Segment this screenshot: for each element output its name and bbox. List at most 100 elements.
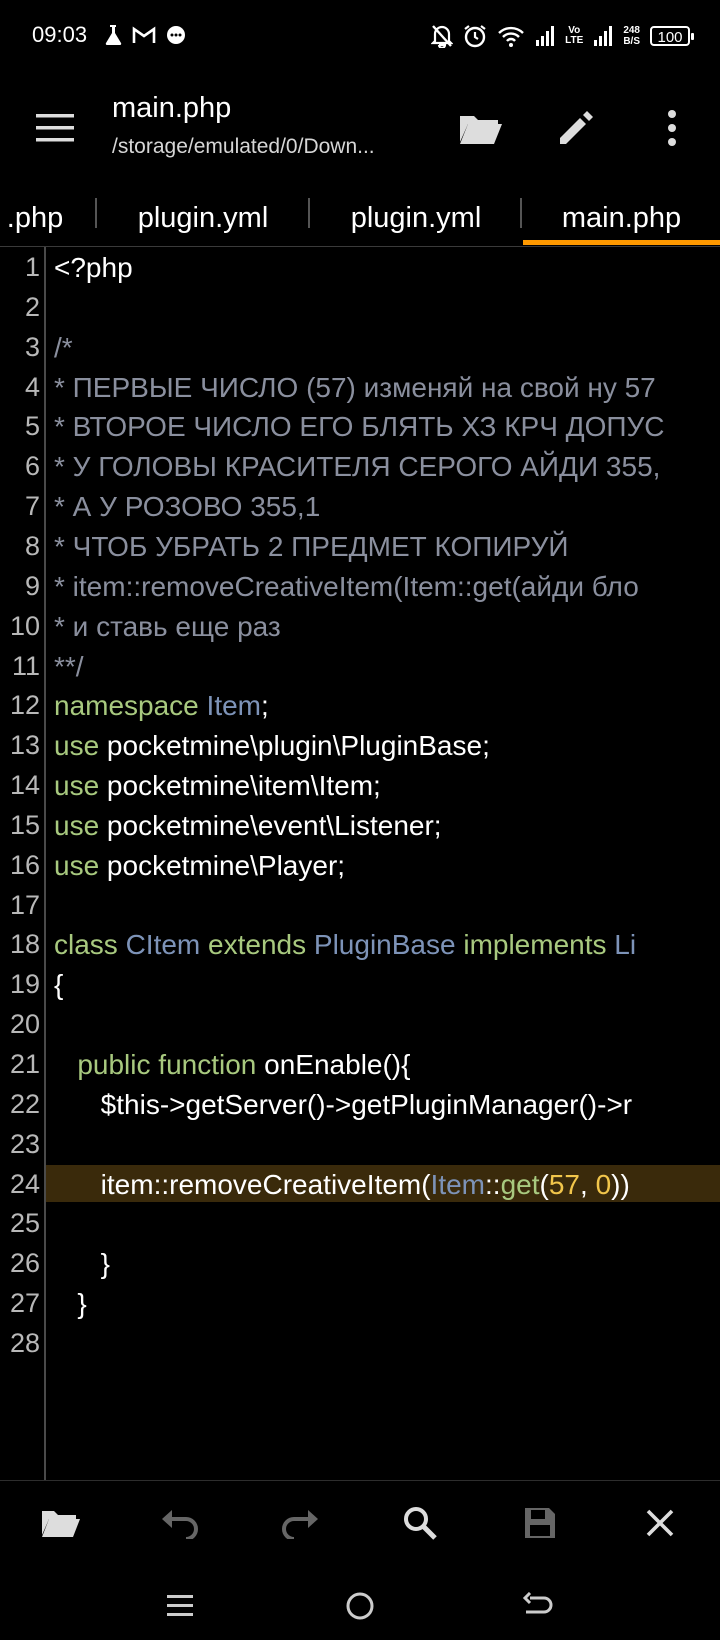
code-text: /* <box>54 331 73 363</box>
more-options-button[interactable] <box>642 98 702 158</box>
status-time: 09:03 <box>32 22 88 47</box>
edit-button[interactable] <box>546 98 606 158</box>
code-token: get <box>500 1168 540 1200</box>
code-line[interactable]: 6 * У ГОЛОВЫ КРАСИТЕЛЯ СЕРОГО АЙДИ 355, <box>0 446 720 488</box>
recents-icon <box>167 1595 193 1616</box>
close-icon <box>646 1509 674 1537</box>
code-token: use <box>54 809 100 841</box>
tab-separator <box>95 198 97 228</box>
code-token: onEnable(){ <box>256 1049 411 1080</box>
network-speed: 248 B/S <box>623 25 640 47</box>
line-number: 19 <box>9 969 40 1000</box>
code-token: { <box>54 969 64 1001</box>
code-token: class <box>54 929 118 961</box>
code-line[interactable]: 18 class CItem extends PluginBase impleme… <box>0 924 720 966</box>
line-number: 22 <box>9 1088 40 1119</box>
line-number: 10 <box>9 610 40 641</box>
system-navigation-bar <box>0 1570 720 1640</box>
code-line[interactable]: 11 **/ <box>0 646 720 688</box>
redo-button[interactable] <box>276 1499 324 1547</box>
line-number: 27 <box>9 1288 40 1319</box>
code-line[interactable]: 14 use pocketmine\item\Item; <box>0 765 720 807</box>
code-line[interactable]: 8 * ЧТОБ УБРАТЬ 2 ПРЕДМЕТ КОПИРУЙ <box>0 526 720 568</box>
tab-plugin-yml-2[interactable]: plugin.yml <box>313 190 519 246</box>
code-token: , <box>580 1168 596 1200</box>
home-circle-icon <box>346 1592 374 1620</box>
code-line[interactable]: 25 <box>0 1203 720 1245</box>
code-line[interactable]: 27 } <box>0 1283 720 1325</box>
code-line[interactable]: 19 { <box>0 964 720 1006</box>
tab-separator <box>520 198 522 228</box>
chat-bubble-icon <box>167 26 185 44</box>
recents-button[interactable] <box>158 1584 202 1628</box>
line-number: 25 <box>9 1208 40 1239</box>
code-token: 0 <box>595 1168 612 1200</box>
tab-php[interactable]: .php <box>0 190 70 246</box>
folder-open-icon <box>460 116 502 144</box>
code-token: pocketmine\event\Listener; <box>99 809 442 841</box>
open-folder-button[interactable] <box>450 98 510 158</box>
code-token: ; <box>261 690 269 722</box>
code-text: * У ГОЛОВЫ КРАСИТЕЛЯ СЕРОГО АЙДИ 355, <box>54 451 661 483</box>
code-line[interactable]: 9 * item::removeCreativeItem(Item::get(ай… <box>0 566 720 608</box>
code-editor[interactable]: 1 <?php 2 3/* 4 * ПЕРВЫЕ ЧИСЛО (57) изменяй н… <box>0 247 720 1480</box>
back-icon <box>522 1592 553 1614</box>
code-line[interactable]: 23 <box>0 1124 720 1166</box>
tab-plugin-yml-1[interactable]: plugin.yml <box>100 190 306 246</box>
pencil-icon <box>560 111 593 144</box>
close-file-button[interactable] <box>636 1499 684 1547</box>
battery-indicator: 100 <box>650 26 694 46</box>
search-button[interactable] <box>396 1499 444 1547</box>
line-number: 4 <box>24 371 40 402</box>
code-line[interactable]: 24 item::removeCreativeItem(Item::get(57… <box>0 1164 720 1206</box>
line-number: 6 <box>24 451 40 482</box>
code-token: )) <box>611 1168 630 1200</box>
code-line[interactable]: 4 * ПЕРВЫЕ ЧИСЛО (57) изменяй на свой ну … <box>0 367 720 409</box>
bottom-toolbar <box>0 1480 720 1563</box>
open-file-button[interactable] <box>36 1499 84 1547</box>
line-number: 12 <box>9 690 40 721</box>
code-line[interactable]: 3 /* <box>0 327 720 369</box>
redo-icon <box>282 1510 318 1539</box>
code-line[interactable]: 20 <box>0 1004 720 1046</box>
menu-button[interactable] <box>30 102 82 154</box>
line-number: 23 <box>9 1128 40 1159</box>
code-token: extends <box>208 929 307 961</box>
home-button[interactable] <box>338 1584 382 1628</box>
wifi-icon <box>498 26 525 47</box>
code-line[interactable]: 28 <box>0 1323 720 1365</box>
alarm-icon <box>464 25 486 48</box>
code-line[interactable]: 13 use pocketmine\plugin\PluginBase; <box>0 725 720 767</box>
code-line[interactable]: 10 * и ставь еще раз <box>0 606 720 648</box>
code-line[interactable]: 2 <box>0 287 720 329</box>
back-button[interactable] <box>516 1584 560 1628</box>
save-button[interactable] <box>516 1499 564 1547</box>
code-line[interactable]: 17 <box>0 885 720 927</box>
line-number: 24 <box>9 1168 40 1199</box>
code-text: **/ <box>54 650 84 682</box>
code-line[interactable]: 7 * А У РОЗОВО 355,1 <box>0 486 720 528</box>
code-text: public function onEnable(){ <box>54 1044 410 1086</box>
code-text: } <box>54 1243 110 1285</box>
undo-button[interactable] <box>156 1499 204 1547</box>
code-line[interactable]: 22 $this->getServer()->getPluginManager(… <box>0 1084 720 1126</box>
tab-main-php[interactable]: main.php <box>523 190 720 246</box>
code-line[interactable]: 26 } <box>0 1243 720 1285</box>
code-line[interactable]: 12 namespace Item; <box>0 685 720 727</box>
app-bar: main.php /storage/emulated/0/Down... <box>0 72 720 190</box>
line-number: 11 <box>11 650 40 681</box>
code-line[interactable]: 15 use pocketmine\event\Listener; <box>0 805 720 847</box>
code-line[interactable]: 21 public function onEnable(){ <box>0 1044 720 1086</box>
code-text: * А У РОЗОВО 355,1 <box>54 491 321 523</box>
code-token: use <box>54 730 100 762</box>
code-text: use pocketmine\plugin\PluginBase; <box>54 725 490 767</box>
active-tab-indicator <box>523 240 720 245</box>
hamburger-menu-icon <box>36 114 74 142</box>
code-token: item::removeCreativeItem( <box>54 1168 431 1200</box>
save-icon <box>525 1508 555 1538</box>
code-line[interactable]: 16 use pocketmine\Player; <box>0 845 720 887</box>
code-line[interactable]: 1 <?php <box>0 247 720 289</box>
code-line[interactable]: 5 * ВТОРОЕ ЧИСЛО ЕГО БЛЯТЬ ХЗ КРЧ ДОПУС <box>0 406 720 448</box>
